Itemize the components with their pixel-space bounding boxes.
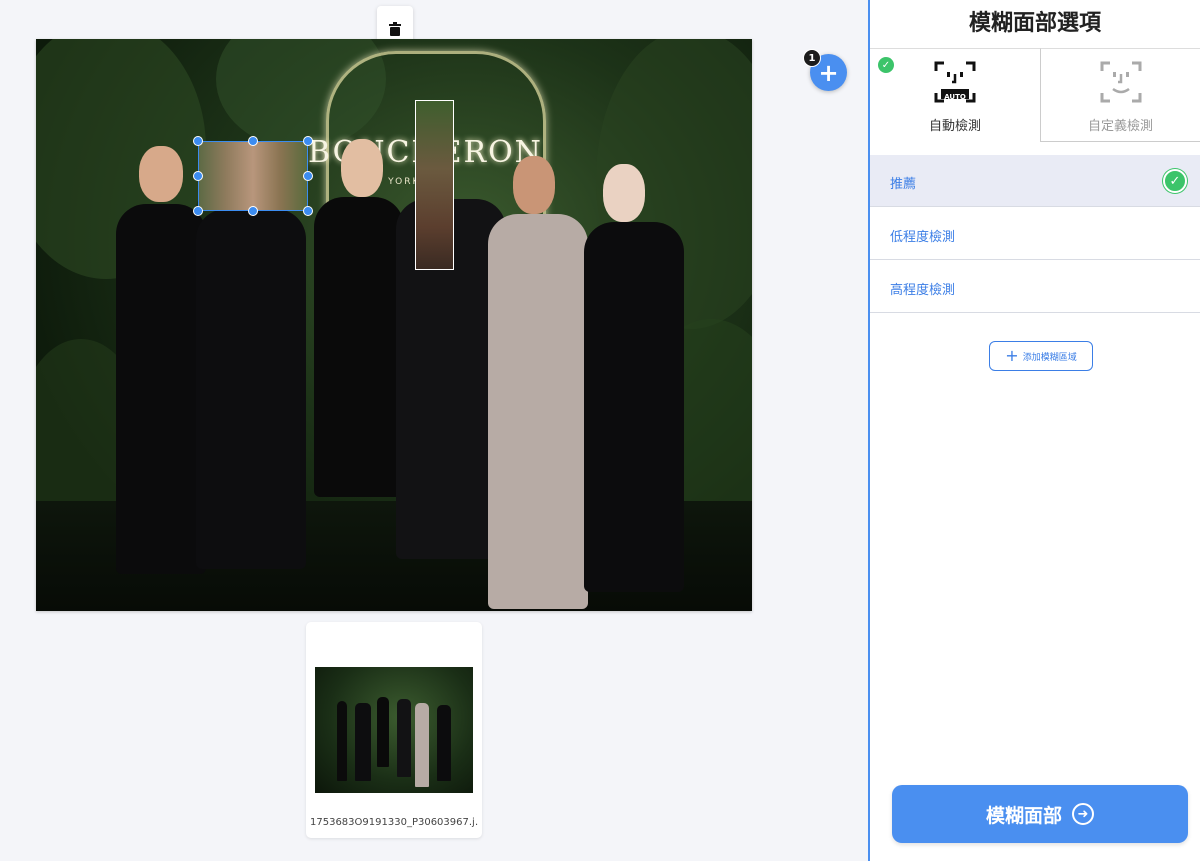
resize-handle[interactable] — [303, 206, 313, 216]
resize-handle[interactable] — [303, 171, 313, 181]
resize-handle[interactable] — [193, 171, 203, 181]
tab-custom-detect[interactable]: 自定義檢測 — [1040, 48, 1200, 142]
region-count-badge: 1 — [803, 49, 821, 67]
blur-options-panel: 模糊面部選項 ✓ AUTO 自動檢測 自定義檢測 推薦 ✓ 低程度檢測 高程度檢… — [868, 0, 1200, 861]
resize-handle[interactable] — [193, 136, 203, 146]
option-label: 推薦 — [890, 177, 917, 192]
thumbnail-filename: 1753683O9191330_P30603967.j… — [310, 817, 478, 828]
resize-handle[interactable] — [303, 136, 313, 146]
add-region-label: 添加模糊區域 — [1022, 352, 1077, 363]
blur-region-selected[interactable] — [193, 136, 313, 216]
resize-handle[interactable] — [193, 206, 203, 216]
resize-handle[interactable] — [248, 206, 258, 216]
auto-icon-label: AUTO — [944, 93, 966, 101]
add-blur-region-link-button[interactable]: + 添加模糊區域 — [989, 341, 1093, 371]
thumbnail-image — [315, 667, 473, 793]
panel-title: 模糊面部選項 — [968, 11, 1101, 36]
trash-icon — [389, 22, 401, 36]
option-label: 低程度檢測 — [890, 230, 956, 245]
editor-photo[interactable]: BOUCHERON NEW YORK — [36, 39, 752, 611]
option-label: 高程度檢測 — [890, 283, 956, 298]
resize-handle[interactable] — [248, 136, 258, 146]
canvas-area: BOUCHERON NEW YORK — [0, 0, 868, 861]
blur-faces-button[interactable]: 模糊面部 ➜ — [892, 785, 1188, 843]
plus-icon: + — [818, 58, 839, 87]
image-thumbnail-card[interactable]: 1753683O9191330_P30603967.j… — [306, 622, 482, 838]
option-recommended[interactable]: 推薦 ✓ — [870, 155, 1200, 207]
blur-region[interactable] — [415, 100, 454, 270]
arrow-right-circle-icon: ➜ — [1072, 803, 1094, 825]
tab-auto-detect-label: 自動檢測 — [928, 119, 981, 134]
tab-custom-detect-label: 自定義檢測 — [1087, 119, 1153, 134]
check-icon: ✓ — [1163, 169, 1187, 193]
blur-button-label: 模糊面部 — [985, 804, 1062, 827]
custom-face-detect-icon — [1100, 61, 1141, 103]
plus-icon: + — [1005, 346, 1019, 365]
tab-auto-detect[interactable]: ✓ AUTO 自動檢測 — [870, 48, 1040, 142]
check-icon: ✓ — [878, 57, 894, 73]
option-low-detection[interactable]: 低程度檢測 — [870, 208, 1200, 260]
option-high-detection[interactable]: 高程度檢測 — [870, 261, 1200, 313]
